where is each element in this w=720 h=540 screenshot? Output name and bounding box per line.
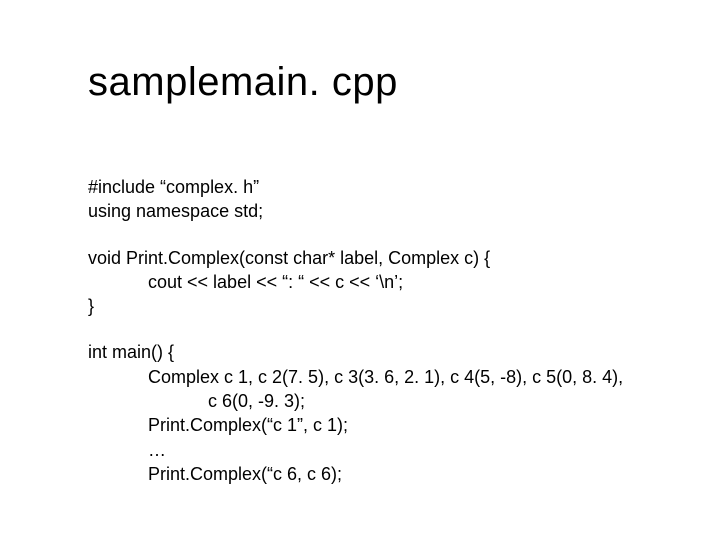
function-close-brace: } xyxy=(88,294,632,318)
function-block: void Print.Complex(const char* label, Co… xyxy=(88,246,632,319)
main-decl-line-2: c 6(0, -9. 3); xyxy=(88,389,632,413)
main-ellipsis: … xyxy=(88,438,632,462)
function-body-line: cout << label << “: “ << c << ‘\n’; xyxy=(88,270,632,294)
main-block: int main() { Complex c 1, c 2(7. 5), c 3… xyxy=(88,340,632,486)
slide-body: #include “complex. h” using namespace st… xyxy=(88,175,632,486)
slide: samplemain. cpp #include “complex. h” us… xyxy=(0,0,720,540)
main-call-2: Print.Complex(“c 6, c 6); xyxy=(88,462,632,486)
main-call-1: Print.Complex(“c 1”, c 1); xyxy=(88,413,632,437)
slide-title: samplemain. cpp xyxy=(88,60,632,105)
main-decl-line-1: Complex c 1, c 2(7. 5), c 3(3. 6, 2. 1),… xyxy=(88,365,632,389)
include-line: #include “complex. h” xyxy=(88,175,632,199)
function-signature: void Print.Complex(const char* label, Co… xyxy=(88,246,632,270)
main-open: int main() { xyxy=(88,340,632,364)
using-line: using namespace std; xyxy=(88,199,632,223)
include-block: #include “complex. h” using namespace st… xyxy=(88,175,632,224)
